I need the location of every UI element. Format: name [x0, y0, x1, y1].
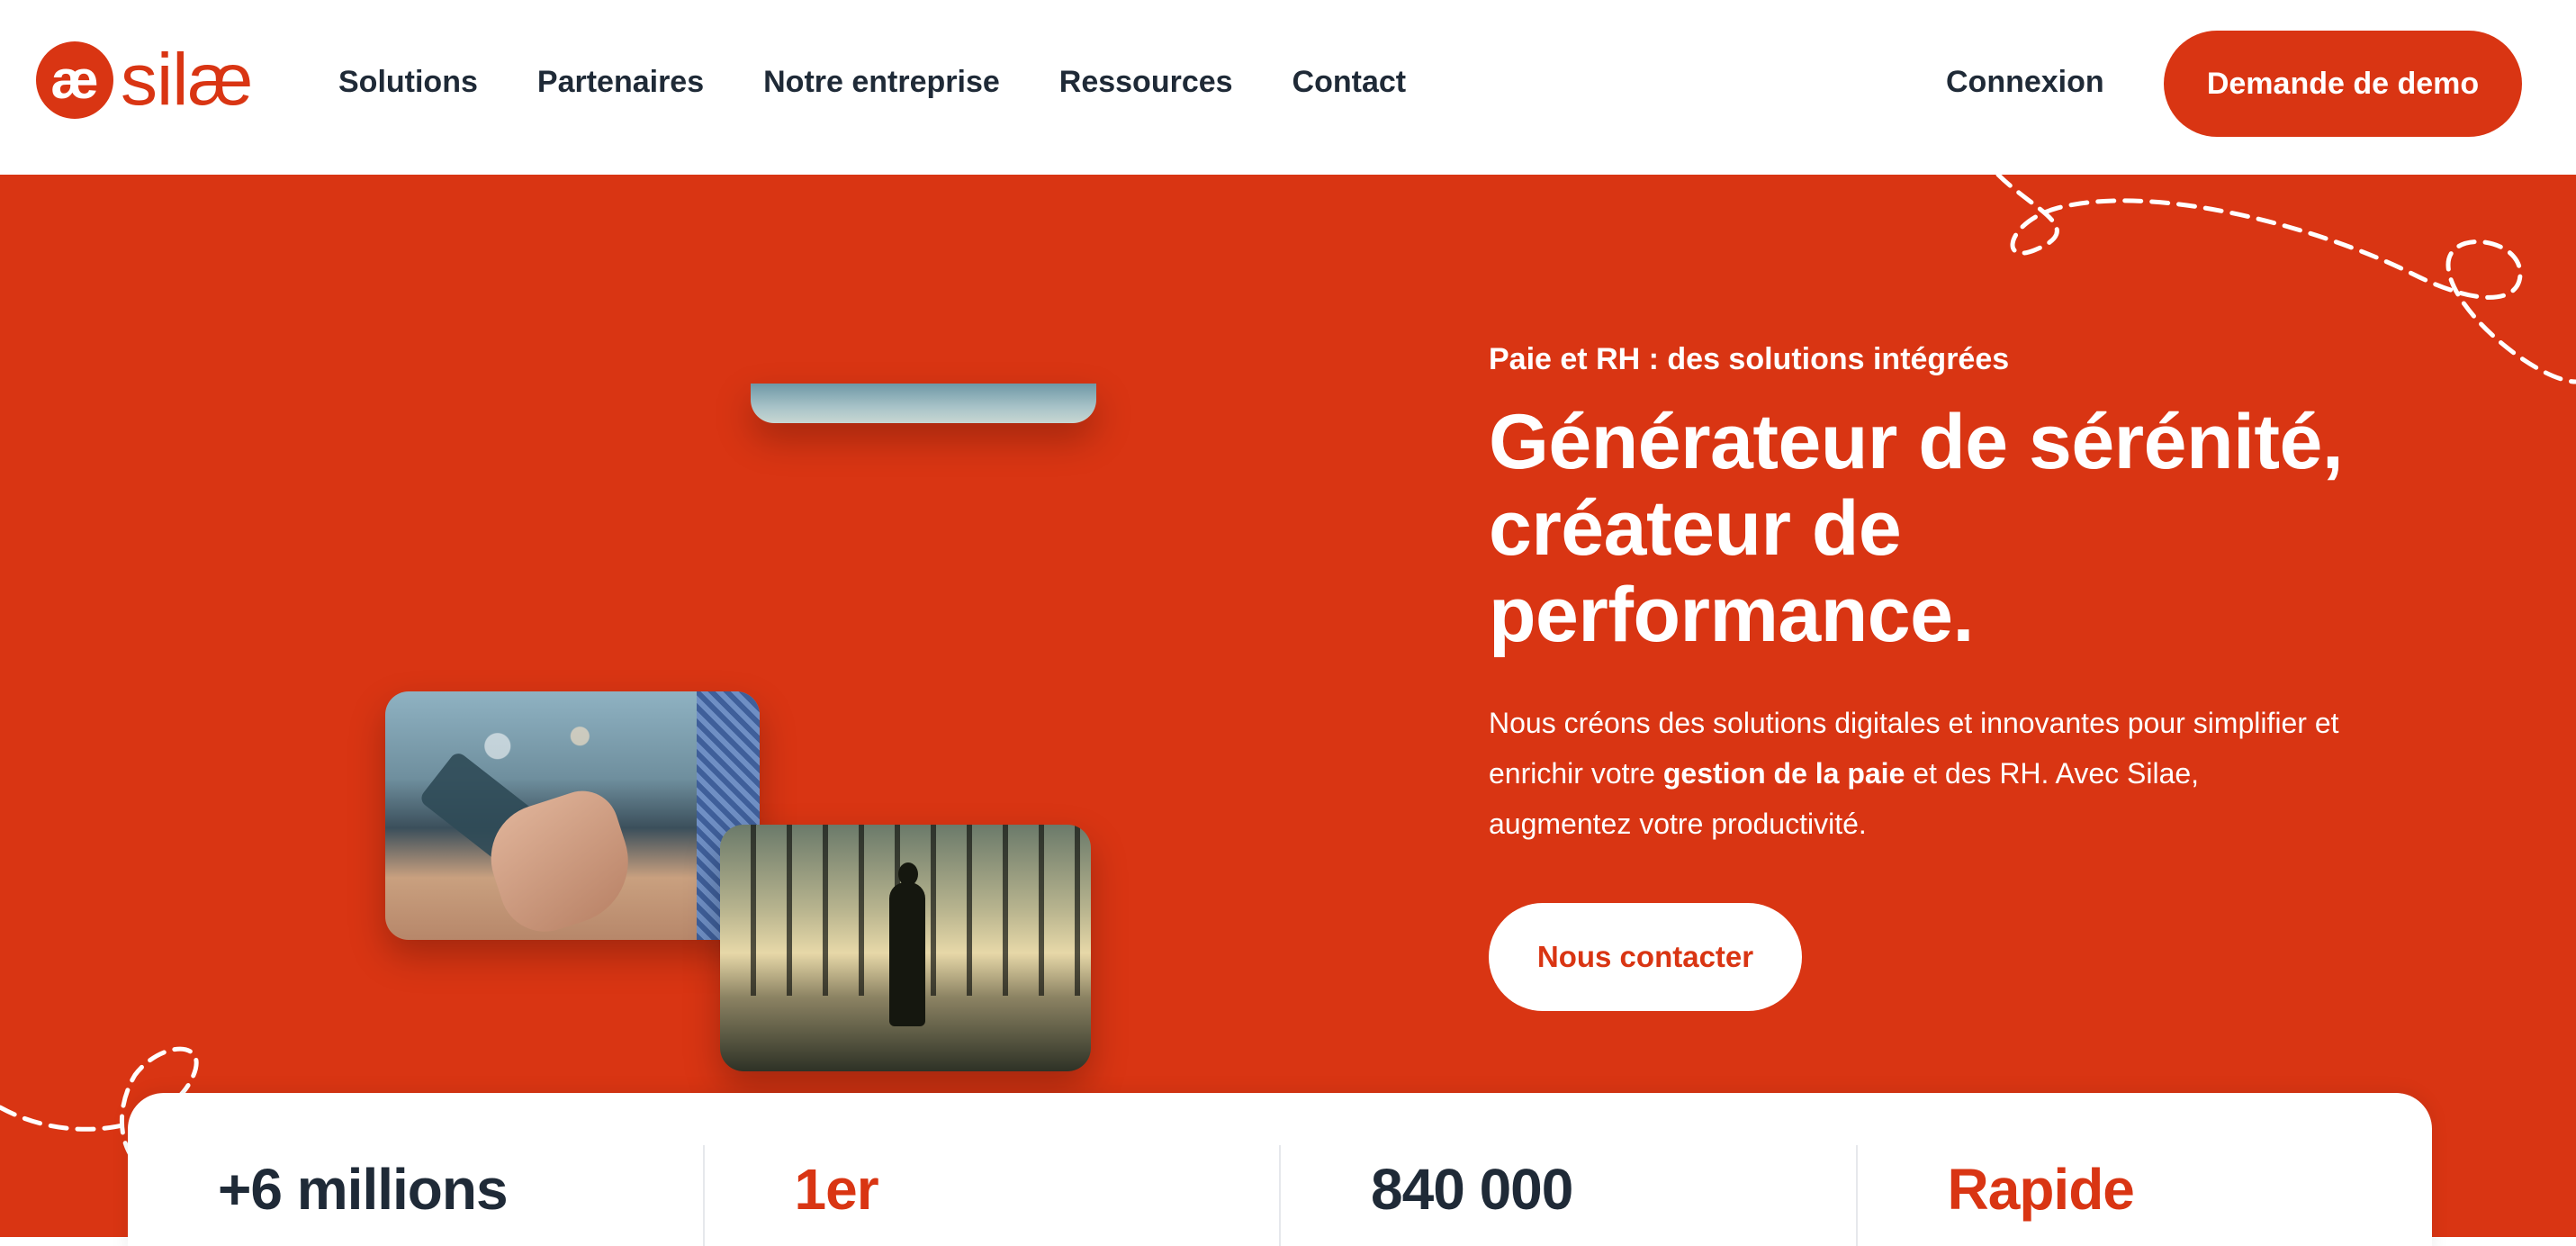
hero-description-bold: gestion de la paie — [1662, 757, 1905, 790]
stat-item: +6 millions — [128, 1093, 703, 1246]
hero-title: Générateur de sérénité, créateur de perf… — [1489, 399, 2344, 658]
demo-request-button[interactable]: Demande de demo — [2164, 31, 2522, 137]
stats-bar: +6 millions 1er 840 000 Rapide — [128, 1093, 2432, 1246]
stat-item: 840 000 — [1279, 1145, 1856, 1246]
nav-item-notre-entreprise[interactable]: Notre entreprise — [763, 65, 1000, 100]
logo-mark-icon: æ — [36, 41, 113, 119]
stat-item: 1er — [702, 1145, 1280, 1246]
woman-silhouette — [887, 862, 927, 1034]
site-header: æ silæ Solutions Partenaires Notre entre… — [0, 0, 2576, 175]
stat-value: +6 millions — [218, 1157, 509, 1222]
hero-text-block: Paie et RH : des solutions intégrées Gén… — [1489, 342, 2389, 1011]
hero-description: Nous créons des solutions digitales et i… — [1489, 698, 2344, 849]
hero-section: Paie et RH : des solutions intégrées Gén… — [0, 175, 2576, 1237]
contact-button[interactable]: Nous contacter — [1489, 903, 1802, 1011]
logo-wordmark: silæ — [121, 39, 253, 121]
hero-photo-sky — [751, 384, 1096, 423]
stat-item: Rapide — [1855, 1145, 2433, 1246]
silae-logo[interactable]: æ silæ — [36, 39, 253, 121]
nav-item-solutions[interactable]: Solutions — [338, 65, 478, 100]
main-nav: Solutions Partenaires Notre entreprise R… — [338, 65, 1406, 100]
hero-photo-hands-tablet — [385, 691, 760, 940]
stat-value: Rapide — [1947, 1157, 2135, 1222]
hero-eyebrow: Paie et RH : des solutions intégrées — [1489, 342, 2010, 376]
stat-value: 1er — [794, 1157, 879, 1222]
nav-item-partenaires[interactable]: Partenaires — [537, 65, 704, 100]
hero-photo-woman-office — [720, 825, 1091, 1071]
stat-value: 840 000 — [1371, 1157, 1573, 1222]
login-link[interactable]: Connexion — [1946, 65, 2104, 100]
nav-item-contact[interactable]: Contact — [1293, 65, 1407, 100]
nav-item-ressources[interactable]: Ressources — [1059, 65, 1233, 100]
